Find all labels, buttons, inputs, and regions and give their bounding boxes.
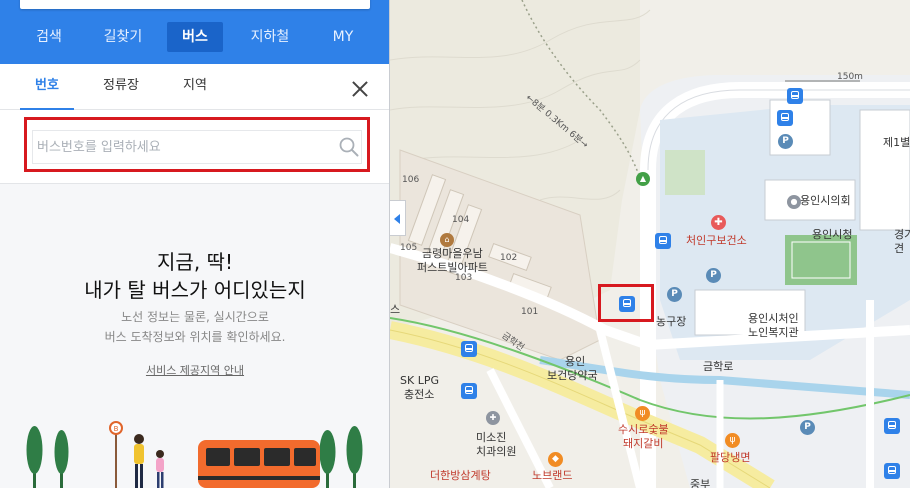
restaurant-daehan-label: 더한방삼계탕 bbox=[430, 469, 491, 482]
service-area-link[interactable]: 서비스 제공지역 안내 bbox=[0, 362, 389, 378]
apartment-icon: ⌂ bbox=[440, 233, 454, 247]
health-center-icon: ✚ bbox=[711, 215, 726, 230]
bldg-101-label: 101 bbox=[521, 307, 539, 317]
main-nav: 검색 길찾기 버스 지하철 MY bbox=[0, 22, 389, 52]
svg-text:B: B bbox=[114, 425, 119, 433]
bldg-103-label: 103 bbox=[455, 273, 473, 283]
bus-stop-icon[interactable] bbox=[777, 110, 793, 126]
description-line1: 노선 정보는 물론, 실시간으로 bbox=[121, 310, 269, 324]
scale-label: 150m bbox=[837, 72, 863, 82]
bus-stop-icon[interactable] bbox=[461, 383, 477, 399]
empty-state: 지금, 딱! 내가 탈 버스가 어디있는지 노선 정보는 물론, 실시간으로 버… bbox=[0, 184, 389, 488]
description-line2: 버스 도착정보와 위치를 확인하세요. bbox=[104, 330, 286, 344]
restaurant-name-2: 돼지갈비 bbox=[623, 437, 664, 450]
bus-stop-icon[interactable] bbox=[884, 463, 900, 479]
headline-line1: 지금, 딱! bbox=[157, 250, 233, 274]
people-icon bbox=[134, 434, 164, 488]
lpg-name-1: SK LPG bbox=[400, 374, 439, 387]
right-edge-label-3: 견 bbox=[894, 242, 905, 255]
dental-icon: ✚ bbox=[486, 411, 500, 425]
health-center-label: 처인구보건소 bbox=[686, 234, 747, 247]
left-edge-label: 스 bbox=[390, 303, 401, 316]
dental-name-2: 치과의원 bbox=[476, 445, 517, 458]
bus-stop-icon[interactable] bbox=[787, 88, 803, 104]
lpg-name-2: 충전소 bbox=[404, 388, 435, 401]
dental-name-1: 미소진 bbox=[476, 431, 507, 444]
apartment-name-2: 퍼스트빌아파트 bbox=[417, 261, 488, 274]
bus-number-input[interactable] bbox=[32, 130, 362, 164]
nav-subway[interactable]: 지하철 bbox=[242, 22, 298, 52]
nav-search[interactable]: 검색 bbox=[26, 22, 72, 52]
palddang-label: 팔당냉면 bbox=[710, 451, 751, 464]
basketball-court-label: 농구장 bbox=[656, 315, 687, 328]
bldg-102-label: 102 bbox=[500, 253, 518, 263]
top-navigation-bar: 검색 길찾기 버스 지하철 MY bbox=[0, 0, 389, 64]
nav-bus[interactable]: 버스 bbox=[167, 22, 223, 52]
restaurant-icon: ψ bbox=[725, 433, 740, 448]
top-search-box[interactable] bbox=[20, 0, 370, 9]
bus-stop-sign-icon: B bbox=[109, 421, 123, 488]
parking-icon: P bbox=[706, 268, 721, 283]
tab-stop[interactable]: 정류장 bbox=[94, 64, 148, 110]
pharmacy-name-2: 보건당약국 bbox=[547, 369, 598, 382]
office-icon: ● bbox=[787, 195, 801, 209]
bottom-edge-label: 중부 bbox=[690, 478, 711, 488]
bus-icon bbox=[198, 440, 320, 488]
senior-center-label-1: 용인시처인 bbox=[748, 312, 799, 325]
parking-icon: P bbox=[778, 134, 793, 149]
nav-directions[interactable]: 길찾기 bbox=[96, 22, 150, 52]
apartment-name-1: 금령마을우남 bbox=[422, 247, 483, 260]
collapse-panel-button[interactable] bbox=[390, 200, 406, 236]
tab-region[interactable]: 지역 bbox=[170, 64, 220, 110]
parking-icon: P bbox=[667, 287, 682, 302]
right-edge-label-1: 제1별 bbox=[883, 136, 910, 149]
trail-marker-icon: ▲ bbox=[636, 172, 650, 186]
nav-my[interactable]: MY bbox=[322, 22, 364, 52]
bus-stop-icon[interactable] bbox=[884, 418, 900, 434]
tab-number[interactable]: 번호 bbox=[20, 64, 74, 110]
search-icon[interactable] bbox=[338, 136, 360, 158]
store-icon: ◆ bbox=[548, 452, 563, 467]
bldg-106-label: 106 bbox=[402, 175, 420, 185]
restaurant-icon: ψ bbox=[635, 406, 650, 421]
parking-icon: P bbox=[800, 420, 815, 435]
senior-center-label-2: 노인복지관 bbox=[748, 326, 799, 339]
bus-stop-icon[interactable] bbox=[461, 341, 477, 357]
map-base bbox=[390, 0, 910, 488]
close-panel-button[interactable] bbox=[351, 80, 369, 98]
right-edge-label-2: 경기 bbox=[894, 228, 910, 241]
bus-subtabs: 번호 정류장 지역 bbox=[0, 64, 389, 110]
bus-stop-icon[interactable] bbox=[655, 233, 671, 249]
road-label: 금학로 bbox=[703, 360, 734, 373]
bldg-104-label: 104 bbox=[452, 215, 470, 225]
pharmacy-name-1: 용인 bbox=[565, 355, 586, 368]
headline-line2: 내가 탈 버스가 어디있는지 bbox=[84, 278, 306, 302]
map-view[interactable]: ←8분 0.3Km 6분→ 150m 106 104 105 102 103 1… bbox=[390, 0, 910, 488]
nobrand-label: 노브랜드 bbox=[532, 469, 573, 482]
restaurant-name-1: 수시로숯불 bbox=[618, 423, 669, 436]
cityhall-label: 용인시청 bbox=[812, 228, 853, 241]
council-label: 용인시의회 bbox=[800, 194, 851, 207]
bldg-105-label: 105 bbox=[400, 243, 418, 253]
bus-stop-illustration: B bbox=[26, 421, 363, 488]
bus-stop-icon[interactable] bbox=[619, 296, 635, 312]
bus-search-panel: 검색 길찾기 버스 지하철 MY 번호 정류장 지역 지금, 딱! 내가 탈 버… bbox=[0, 0, 390, 488]
